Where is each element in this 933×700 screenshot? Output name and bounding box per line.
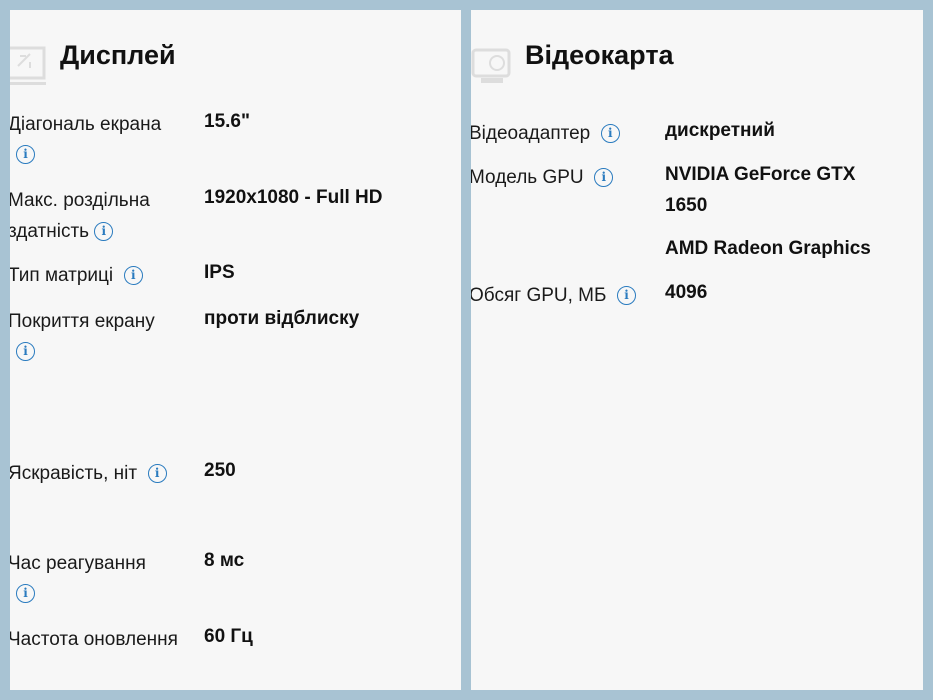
spec-value: AMD Radeon Graphics	[665, 238, 871, 259]
spec-label: Яскравість, ніт	[10, 463, 138, 484]
spec-label: Покриття екрану	[10, 311, 155, 332]
info-icon[interactable]: i	[16, 342, 35, 361]
spec-value: дискретний	[665, 120, 775, 141]
section-title: Відеокарта	[525, 40, 674, 70]
gpu-section: Відеокарта Відеоадаптер i дискретний Мод…	[471, 10, 923, 690]
spec-label: Модель GPU	[471, 167, 584, 188]
info-icon[interactable]: i	[16, 145, 35, 164]
spec-label: Тип матриці	[10, 265, 114, 286]
spec-label: Діагональ екрана	[10, 114, 162, 135]
spec-value: 15.6"	[204, 111, 250, 132]
spec-value: NVIDIA GeForce GTX	[665, 164, 856, 185]
info-icon[interactable]: i	[16, 584, 35, 603]
spec-value: 4096	[665, 282, 708, 303]
display-section: Дисплей Діагональ екрана i 15.6" Макс. р…	[10, 10, 461, 690]
spec-label: Обсяг GPU, МБ	[471, 285, 607, 306]
info-icon[interactable]: i	[600, 124, 620, 144]
spec-value: 8 мс	[204, 550, 245, 571]
info-icon[interactable]: i	[594, 168, 614, 188]
spec-value: 1650	[665, 195, 708, 216]
spec-value: 60 Гц	[204, 626, 253, 647]
info-icon[interactable]: i	[147, 464, 167, 484]
spec-label: Макс. роздільна	[10, 190, 150, 211]
spec-value: 250	[204, 460, 236, 481]
spec-value: 1920x1080 - Full HD	[204, 187, 383, 208]
spec-label: здатність	[10, 221, 90, 242]
info-icon[interactable]: i	[123, 266, 143, 286]
spec-label: Час реагування	[10, 553, 146, 574]
gpu-icon	[471, 48, 511, 83]
section-title: Дисплей	[60, 40, 176, 70]
spec-value: IPS	[204, 262, 235, 283]
spec-label: Частота оновлення	[10, 629, 178, 650]
info-icon[interactable]: i	[94, 222, 114, 242]
spec-value: проти відблиску	[204, 308, 360, 329]
info-icon[interactable]: i	[617, 286, 637, 306]
display-icon	[10, 46, 46, 85]
spec-label: Відеоадаптер	[471, 123, 591, 144]
